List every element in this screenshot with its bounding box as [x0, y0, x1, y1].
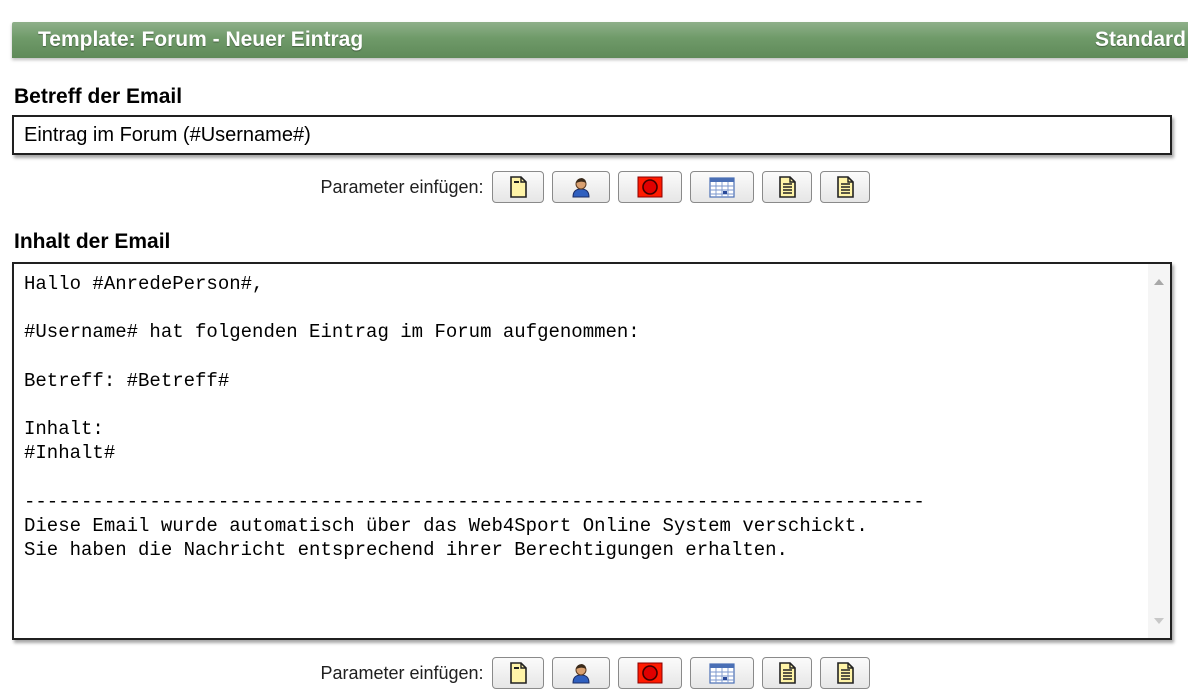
insert-document-param-button[interactable]	[491, 171, 544, 203]
insert-text-param-button-2[interactable]	[819, 171, 870, 203]
person-icon	[572, 664, 590, 684]
parameter-toolbar-content: Parameter einfügen:	[0, 656, 1188, 690]
insert-text-param-button[interactable]	[761, 171, 812, 203]
insert-person-param-button[interactable]	[551, 171, 610, 203]
subject-input[interactable]: Eintrag im Forum (#Username#)	[12, 115, 1172, 155]
insert-person-param-button[interactable]	[551, 657, 610, 689]
scroll-down-arrow-icon[interactable]	[1154, 618, 1164, 624]
template-header: Template: Forum - Neuer Eintrag Standard	[12, 22, 1188, 58]
red-circle-icon	[637, 662, 663, 684]
scroll-up-arrow-icon[interactable]	[1154, 279, 1164, 285]
parameter-label: Parameter einfügen:	[320, 176, 484, 197]
text-document-icon	[836, 662, 854, 684]
person-icon	[572, 178, 590, 198]
document-icon	[509, 176, 527, 198]
insert-status-param-button[interactable]	[617, 171, 682, 203]
content-text[interactable]: Hallo #AnredePerson#, #Username# hat fol…	[24, 272, 1140, 562]
calendar-icon	[708, 177, 735, 198]
content-textarea[interactable]: Hallo #AnredePerson#, #Username# hat fol…	[12, 262, 1172, 640]
text-document-icon	[836, 176, 854, 198]
subject-label: Betreff der Email	[14, 85, 183, 108]
insert-date-param-button[interactable]	[689, 657, 754, 689]
calendar-icon	[708, 663, 735, 684]
document-icon	[509, 662, 527, 684]
content-label: Inhalt der Email	[14, 230, 171, 253]
text-document-icon	[778, 662, 796, 684]
insert-text-param-button[interactable]	[761, 657, 812, 689]
insert-document-param-button[interactable]	[491, 657, 544, 689]
red-circle-icon	[637, 176, 663, 198]
vertical-scrollbar[interactable]	[1148, 264, 1170, 638]
text-document-icon	[778, 176, 796, 198]
insert-text-param-button-2[interactable]	[819, 657, 870, 689]
template-variant-label: Standard	[1094, 28, 1186, 51]
parameter-toolbar-subject: Parameter einfügen:	[0, 170, 1188, 204]
template-title: Template: Forum - Neuer Eintrag	[38, 28, 364, 51]
parameter-label: Parameter einfügen:	[320, 662, 484, 683]
insert-status-param-button[interactable]	[617, 657, 682, 689]
insert-date-param-button[interactable]	[689, 171, 754, 203]
